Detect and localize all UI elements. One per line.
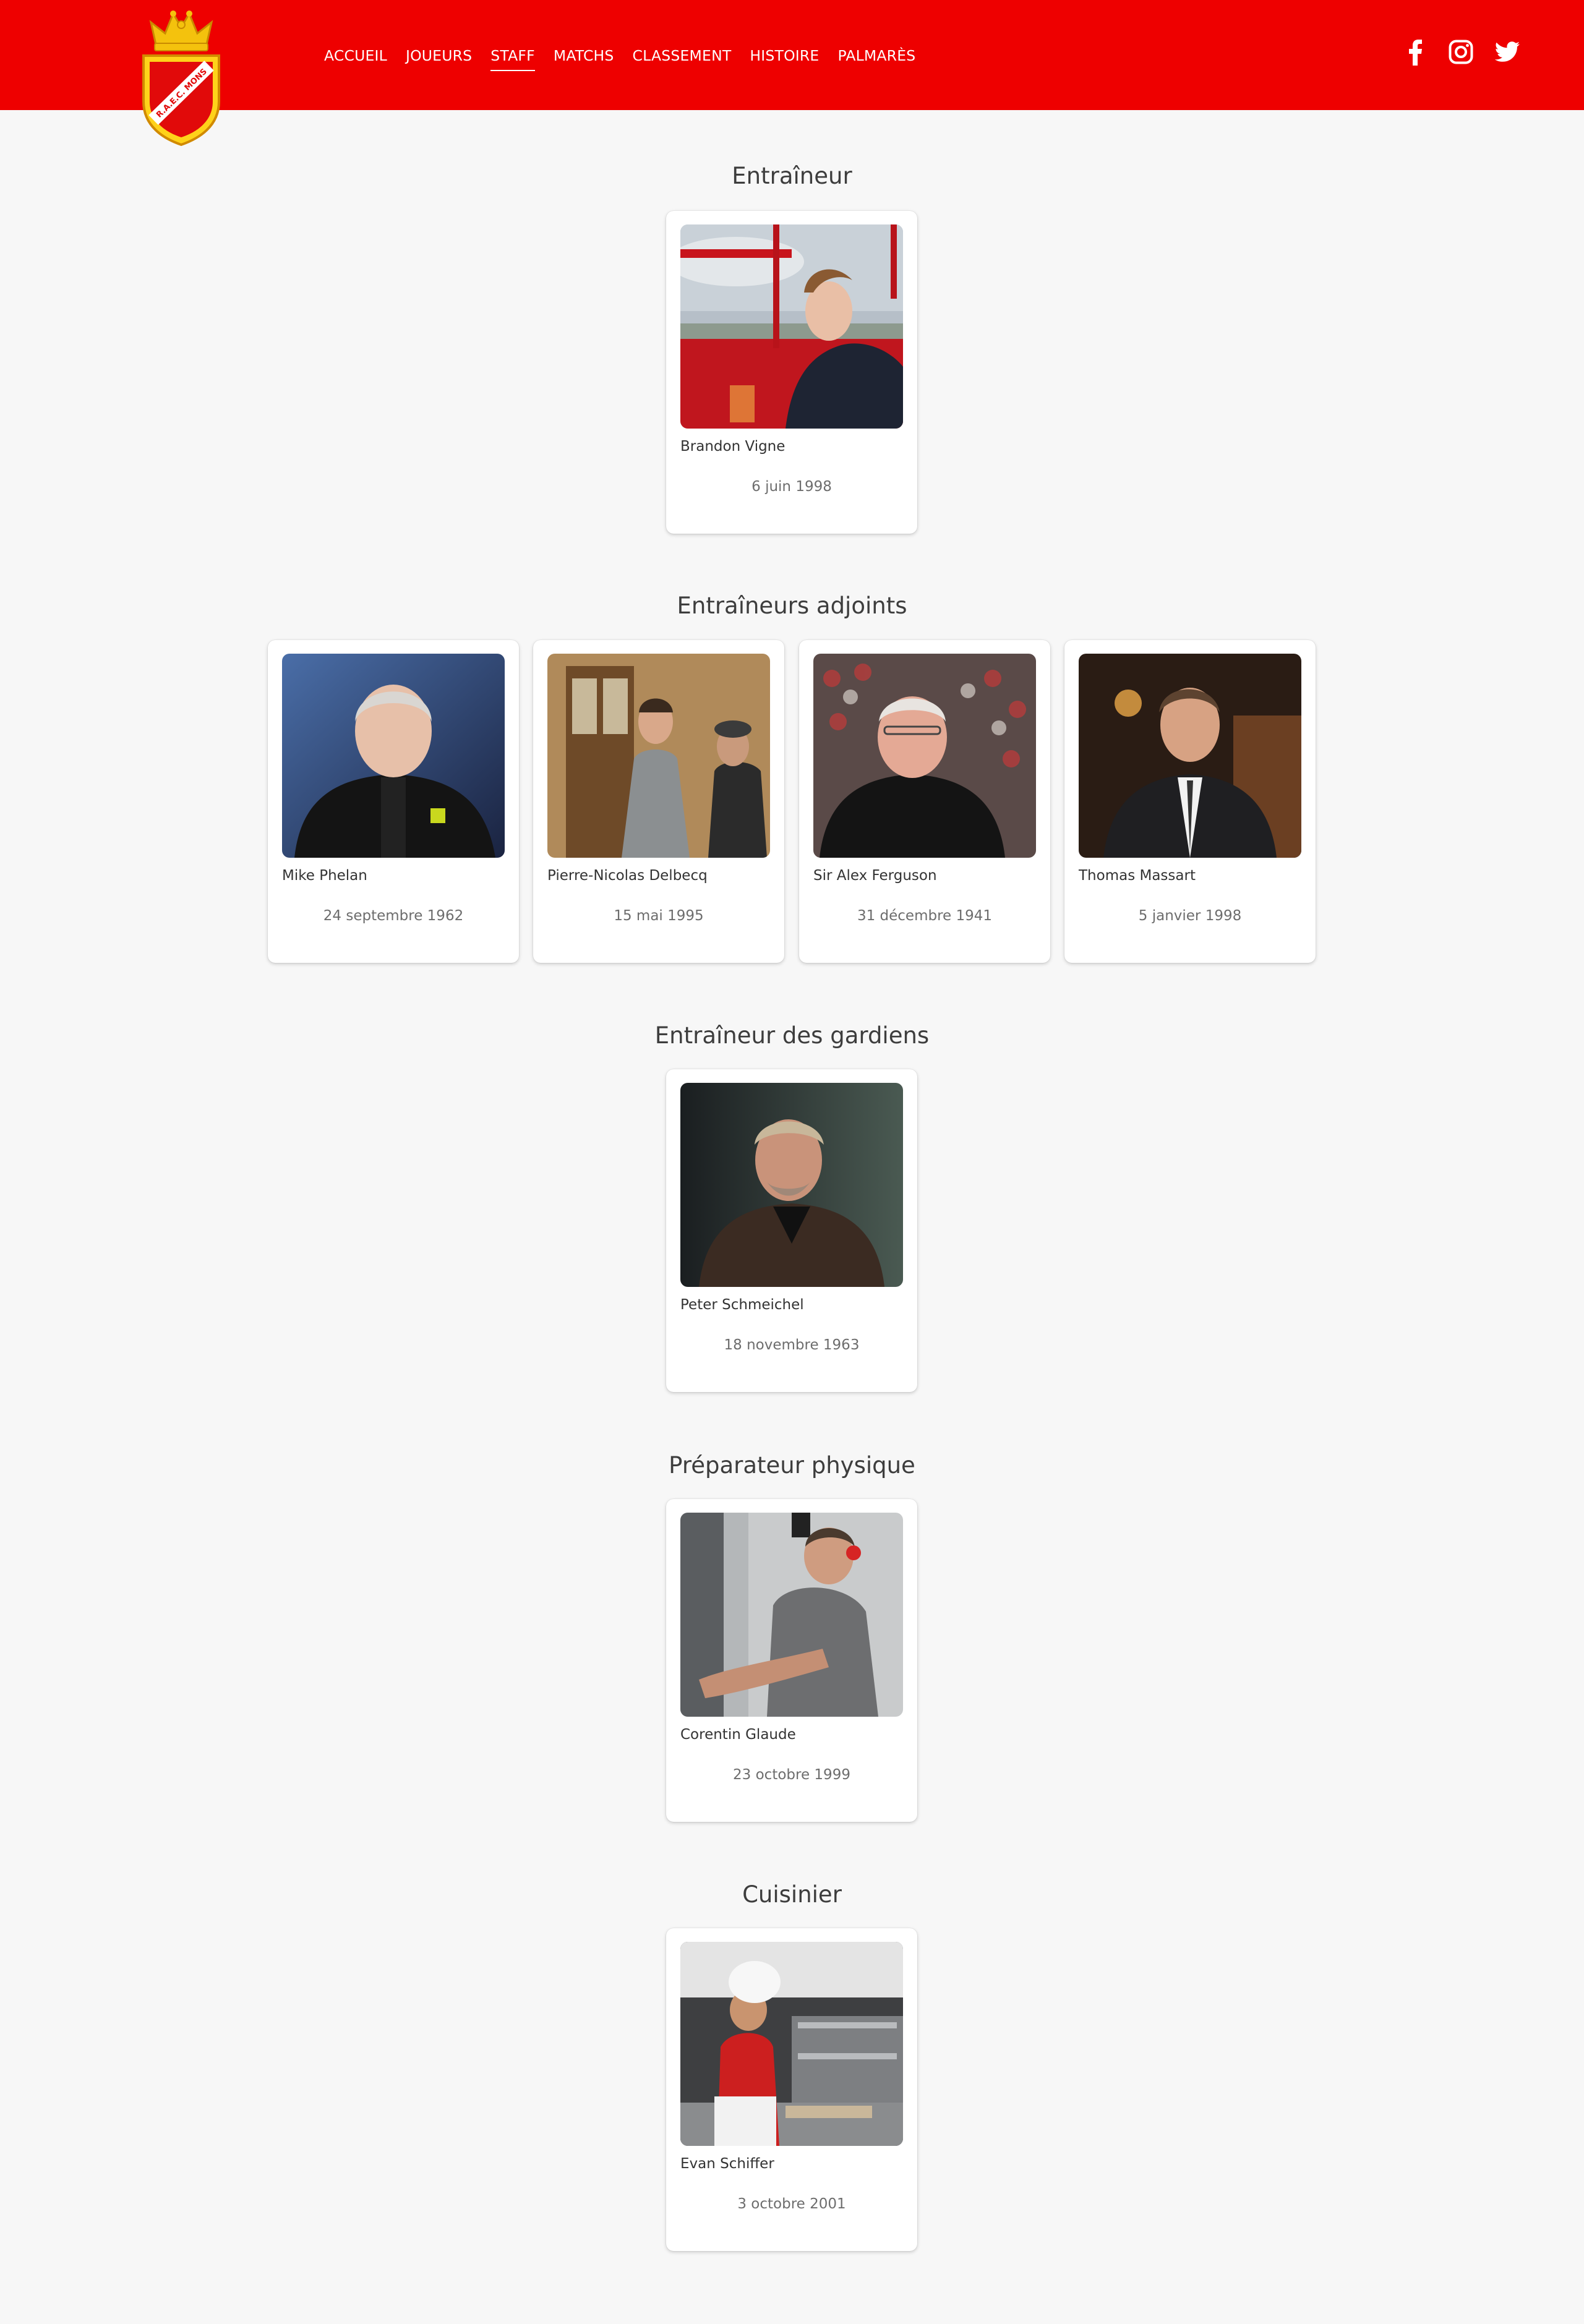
staff-name: Thomas Massart: [1079, 868, 1196, 884]
staff-name: Corentin Glaude: [680, 1727, 796, 1743]
staff-photo: [282, 654, 505, 858]
section-title-adjoints: Entraîneurs adjoints: [677, 592, 907, 619]
nav-joueurs[interactable]: JOUEURS: [406, 47, 472, 64]
staff-name: Pierre-Nicolas Delbecq: [547, 868, 708, 884]
staff-card[interactable]: Pierre-Nicolas Delbecq 15 mai 1995: [533, 640, 784, 963]
staff-name: Sir Alex Ferguson: [813, 868, 937, 884]
main-nav: ACCUEIL JOUEURS STAFF MATCHS CLASSEMENT …: [324, 47, 934, 71]
staff-name: Peter Schmeichel: [680, 1297, 804, 1313]
staff-dob: 24 septembre 1962: [323, 908, 464, 924]
section-title-gardiens: Entraîneur des gardiens: [654, 1022, 930, 1049]
staff-card[interactable]: Sir Alex Ferguson 31 décembre 1941: [799, 640, 1050, 963]
staff-name: Evan Schiffer: [680, 2156, 774, 2172]
staff-dob: 31 décembre 1941: [857, 908, 993, 924]
site-header: ACCUEIL JOUEURS STAFF MATCHS CLASSEMENT …: [0, 0, 1584, 110]
facebook-icon[interactable]: [1406, 40, 1424, 66]
staff-dob: 15 mai 1995: [614, 908, 704, 924]
staff-dob: 18 novembre 1963: [724, 1337, 860, 1353]
staff-card[interactable]: Peter Schmeichel 18 novembre 1963: [666, 1069, 917, 1392]
staff-photo: [680, 1083, 903, 1287]
club-crest-logo[interactable]: R.A.E.C. MONS: [137, 9, 225, 146]
instagram-icon[interactable]: [1449, 40, 1473, 64]
staff-photo: [1079, 654, 1301, 858]
staff-photo: [813, 654, 1036, 858]
nav-palmares[interactable]: PALMARÈS: [837, 47, 915, 64]
nav-histoire[interactable]: HISTOIRE: [750, 47, 819, 64]
section-title-entraineur: Entraîneur: [732, 163, 852, 189]
staff-photo: [680, 224, 903, 429]
nav-staff[interactable]: STAFF: [490, 47, 535, 71]
section-title-preparateur: Préparateur physique: [669, 1452, 915, 1479]
staff-dob: 6 juin 1998: [751, 479, 832, 495]
staff-dob: 5 janvier 1998: [1138, 908, 1242, 924]
staff-card[interactable]: Mike Phelan 24 septembre 1962: [268, 640, 519, 963]
staff-name: Brandon Vigne: [680, 438, 786, 455]
staff-card[interactable]: Thomas Massart 5 janvier 1998: [1064, 640, 1316, 963]
staff-dob: 23 octobre 1999: [733, 1767, 850, 1783]
staff-photo: [680, 1942, 903, 2146]
nav-classement[interactable]: CLASSEMENT: [633, 47, 732, 64]
staff-dob: 3 octobre 2001: [737, 2196, 846, 2212]
staff-name: Mike Phelan: [282, 868, 367, 884]
nav-accueil[interactable]: ACCUEIL: [324, 47, 387, 64]
staff-photo: [680, 1513, 903, 1717]
twitter-icon[interactable]: [1495, 41, 1520, 62]
staff-card[interactable]: Corentin Glaude 23 octobre 1999: [666, 1499, 917, 1822]
staff-photo: [547, 654, 770, 858]
section-title-cuisinier: Cuisinier: [742, 1881, 842, 1908]
nav-matchs[interactable]: MATCHS: [554, 47, 614, 64]
staff-card[interactable]: Evan Schiffer 3 octobre 2001: [666, 1928, 917, 2251]
staff-card[interactable]: Brandon Vigne 6 juin 1998: [666, 211, 917, 534]
